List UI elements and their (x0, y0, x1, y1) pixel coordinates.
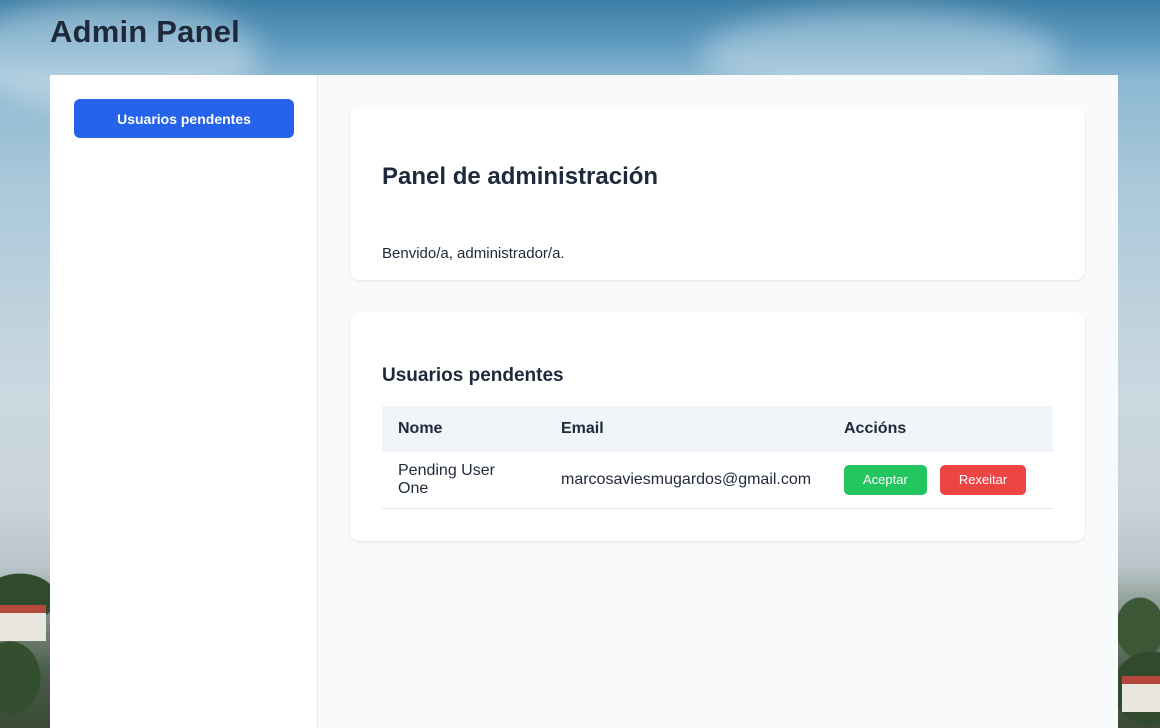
app-shell: Usuarios pendentes Panel de administraci… (50, 75, 1118, 728)
column-header-name: Nome (398, 420, 443, 437)
pending-users-table: Nome Email Accións Pending User One marc… (382, 406, 1053, 509)
background-house (0, 605, 46, 641)
table-row: Pending User One marcosaviesmugardos@gma… (382, 452, 1053, 509)
page-title: Admin Panel (50, 14, 240, 49)
welcome-message: Benvido/a, administrador/a. (382, 245, 565, 262)
sidebar: Usuarios pendentes (50, 75, 318, 728)
welcome-card: Panel de administración Benvido/a, admin… (350, 107, 1085, 280)
user-email-cell: marcosaviesmugardos@gmail.com (545, 452, 828, 509)
background-house (1122, 676, 1160, 712)
reject-button[interactable]: Rexeitar (939, 464, 1027, 495)
user-name-cell: Pending User One (382, 452, 545, 509)
user-actions-cell: Aceptar Rexeitar (828, 452, 1053, 509)
pending-users-heading: Usuarios pendentes (382, 365, 564, 386)
column-header-email: Email (561, 420, 604, 437)
pending-users-card: Usuarios pendentes Nome Email Accións Pe… (350, 312, 1085, 541)
welcome-heading: Panel de administración (382, 163, 659, 190)
table-header-row: Nome Email Accións (382, 406, 1053, 452)
sidebar-item-pending-users[interactable]: Usuarios pendentes (74, 99, 294, 138)
accept-button[interactable]: Aceptar (844, 464, 927, 495)
main-content: Panel de administración Benvido/a, admin… (318, 75, 1118, 728)
column-header-actions: Accións (844, 420, 907, 437)
